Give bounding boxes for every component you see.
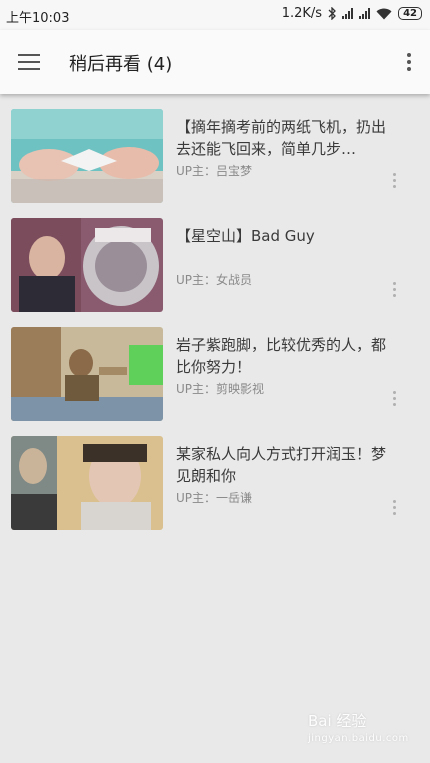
item-more-icon[interactable] <box>392 499 398 517</box>
video-uploader: UP主：剪映影视 <box>176 382 265 396</box>
video-item[interactable]: 岩子紫跑脚，比较优秀的人，都比你努力！ UP主：剪映影视 <box>0 318 430 427</box>
video-thumbnail[interactable] <box>11 218 163 312</box>
signal-icon-2 <box>359 8 371 19</box>
video-item[interactable]: 【摘年摘考前的两纸飞机，扔出去还能飞回来，简单几步… UP主：吕宝梦 <box>0 100 430 209</box>
baidu-jingyan-watermark: Bai 经验 jingyan.baidu.com <box>308 712 420 752</box>
more-options-icon[interactable] <box>404 50 414 74</box>
app-header: 稍后再看 (4) <box>0 30 430 94</box>
status-bar: 上午10:03 1.2K/s 42 <box>0 0 430 30</box>
video-uploader: UP主：一岳谦 <box>176 491 253 505</box>
battery-icon: 42 <box>398 7 422 20</box>
watch-later-list: 【摘年摘考前的两纸飞机，扔出去还能飞回来，简单几步… UP主：吕宝梦 【星空山】… <box>0 100 430 536</box>
page-title: 稍后再看 (4) <box>69 54 173 75</box>
wifi-icon <box>376 8 392 19</box>
item-more-icon[interactable] <box>392 390 398 408</box>
video-item[interactable]: 【星空山】Bad Guy UP主：女战员 <box>0 209 430 318</box>
video-title[interactable]: 岩子紫跑脚，比较优秀的人，都比你努力！ <box>176 334 396 378</box>
workout-thumbnail-image <box>11 327 163 421</box>
watermark-text: Bai 经验 <box>308 712 367 730</box>
video-uploader: UP主：女战员 <box>176 273 253 287</box>
bluetooth-icon <box>328 7 336 20</box>
item-more-icon[interactable] <box>392 281 398 299</box>
video-thumbnail[interactable] <box>11 436 163 530</box>
status-icons: 1.2K/s 42 <box>282 6 422 21</box>
item-more-icon[interactable] <box>392 172 398 190</box>
menu-icon[interactable] <box>16 50 44 74</box>
video-item[interactable]: 某家私人向人方式打开润玉！梦见朗和你 UP主：一岳谦 <box>0 427 430 536</box>
signal-icon <box>342 8 354 19</box>
video-thumbnail[interactable] <box>11 109 163 203</box>
video-thumbnail[interactable] <box>11 327 163 421</box>
video-title[interactable]: 某家私人向人方式打开润玉！梦见朗和你 <box>176 443 396 487</box>
network-speed: 1.2K/s <box>281 6 323 21</box>
status-time: 上午10:03 <box>6 11 70 26</box>
video-uploader: UP主：吕宝梦 <box>176 164 253 178</box>
video-title[interactable]: 【摘年摘考前的两纸飞机，扔出去还能飞回来，简单几步… <box>176 116 396 160</box>
bad-guy-thumbnail-image <box>11 218 163 312</box>
watermark-sub: jingyan.baidu.com <box>308 733 409 744</box>
paper-plane-thumbnail-image <box>11 109 163 203</box>
drama-thumbnail-image <box>11 436 163 530</box>
video-title[interactable]: 【星空山】Bad Guy <box>176 225 396 247</box>
